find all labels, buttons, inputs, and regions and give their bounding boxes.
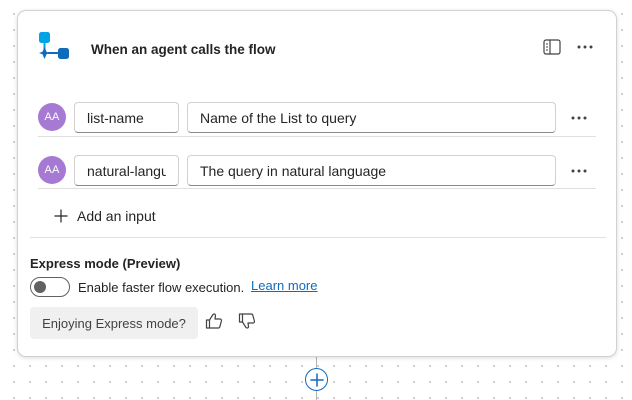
input-description-field[interactable] <box>187 155 556 186</box>
trigger-card[interactable]: When an agent calls the flow AA AA Add a… <box>17 10 617 357</box>
learn-more-link[interactable]: Learn more <box>251 278 317 293</box>
feedback-prompt: Enjoying Express mode? <box>30 307 198 339</box>
plus-icon <box>309 372 324 387</box>
express-mode-toggle-label: Enable faster flow execution. <box>78 280 245 295</box>
toggle-knob <box>34 281 46 293</box>
agent-trigger-icon <box>39 32 69 59</box>
input-type-avatar: AA <box>38 103 66 131</box>
input-type-avatar: AA <box>38 156 66 184</box>
input-row: AA <box>38 146 598 198</box>
side-panel-icon[interactable] <box>543 39 561 55</box>
add-input-button[interactable]: Add an input <box>54 205 156 227</box>
more-horizontal-icon[interactable] <box>575 37 595 57</box>
card-title: When an agent calls the flow <box>91 42 276 57</box>
row-divider <box>38 136 596 137</box>
more-horizontal-icon[interactable] <box>569 108 589 128</box>
row-divider <box>38 188 596 189</box>
add-input-label: Add an input <box>77 208 156 224</box>
trigger-card-header: When an agent calls the flow <box>18 11 616 81</box>
thumbs-down-icon[interactable] <box>237 311 257 331</box>
more-horizontal-icon[interactable] <box>569 161 589 181</box>
plus-icon <box>54 209 68 223</box>
input-name-field[interactable] <box>74 102 179 133</box>
express-mode-title: Express mode (Preview) <box>30 256 181 271</box>
add-step-button[interactable] <box>305 368 328 391</box>
express-mode-toggle[interactable] <box>30 277 70 297</box>
input-name-field[interactable] <box>74 155 179 186</box>
section-divider <box>30 237 606 238</box>
thumbs-up-icon[interactable] <box>204 311 224 331</box>
input-row: AA <box>38 93 598 145</box>
input-description-field[interactable] <box>187 102 556 133</box>
